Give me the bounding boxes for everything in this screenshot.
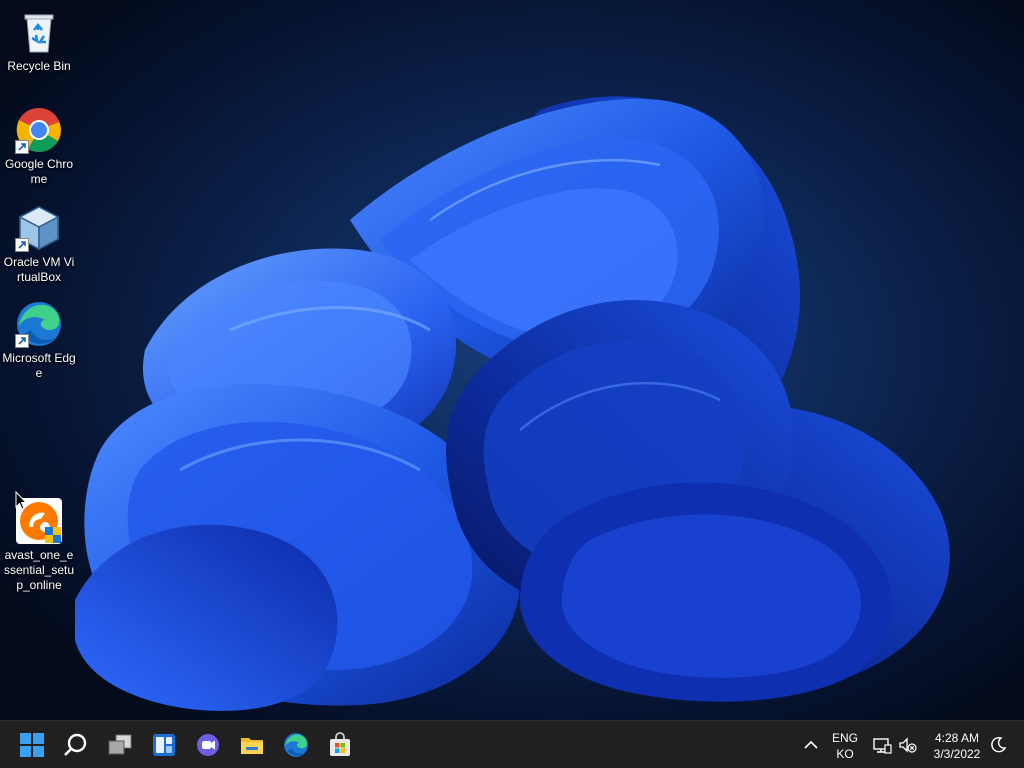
- edge-icon: [15, 300, 63, 348]
- network-button[interactable]: [872, 735, 892, 755]
- desktop-icon-label: Google Chrome: [4, 157, 74, 186]
- desktop-icon-google-chrome[interactable]: Google Chrome: [2, 106, 76, 187]
- shortcut-arrow-icon: [15, 140, 29, 154]
- focus-assist-button[interactable]: [988, 735, 1008, 755]
- network-icon: [873, 738, 892, 754]
- desktop-icon-recycle-bin[interactable]: Recycle Bin: [2, 8, 76, 74]
- wallpaper-bloom: [0, 0, 1024, 720]
- edge-taskbar-button[interactable]: [276, 725, 316, 765]
- search-icon: [64, 733, 87, 756]
- edge-icon: [284, 733, 308, 757]
- file-explorer-icon: [241, 738, 263, 754]
- desktop-icon-label: Recycle Bin: [7, 59, 71, 73]
- clock-date: 3/3/2022: [933, 747, 981, 761]
- shortcut-arrow-icon: [15, 334, 29, 348]
- start-button[interactable]: [12, 725, 52, 765]
- task-view-icon: [108, 734, 132, 755]
- volume-button[interactable]: [898, 735, 918, 755]
- show-hidden-icons-button[interactable]: [801, 735, 821, 755]
- widgets-icon: [153, 734, 175, 756]
- virtualbox-icon: [15, 204, 63, 252]
- language-line2: KO: [836, 747, 854, 761]
- clock[interactable]: 4:28 AM 3/3/2022: [924, 730, 990, 762]
- file-explorer-button[interactable]: [232, 725, 272, 765]
- chrome-icon: [15, 106, 63, 154]
- language-line1: ENG: [831, 731, 858, 745]
- chevron-up-icon: [804, 740, 818, 749]
- store-icon: [330, 732, 350, 756]
- desktop-icon-label: Oracle VM VirtualBox: [3, 255, 75, 284]
- recycle-bin-icon: [15, 8, 63, 56]
- taskbar: ENG KO 4:28 AM 3/3/2022: [0, 720, 1024, 768]
- mouse-cursor-icon: [15, 491, 27, 510]
- desktop-icon-label: avast_one_essential_setup_online: [3, 548, 75, 592]
- widgets-button[interactable]: [144, 725, 184, 765]
- task-view-button[interactable]: [100, 725, 140, 765]
- chat-icon: [197, 734, 219, 756]
- clock-time: 4:28 AM: [934, 731, 980, 745]
- desktop-icon-avast-setup[interactable]: avast_one_essential_setup_online: [2, 497, 76, 593]
- store-button[interactable]: [320, 725, 360, 765]
- volume-muted-icon: [899, 737, 917, 753]
- desktop-icon-label: Microsoft Edge: [2, 351, 76, 380]
- desktop-icon-microsoft-edge[interactable]: Microsoft Edge: [2, 300, 76, 381]
- search-button[interactable]: [56, 725, 96, 765]
- shortcut-arrow-icon: [15, 238, 29, 252]
- chat-button[interactable]: [188, 725, 228, 765]
- desktop-icon-virtualbox[interactable]: Oracle VM VirtualBox: [2, 204, 76, 285]
- moon-icon: [991, 736, 1007, 753]
- input-language-indicator[interactable]: ENG KO: [826, 730, 864, 762]
- windows-start-icon: [20, 733, 44, 757]
- desktop: Recycle Bin Google Chrome Oracle VM Virt…: [0, 0, 1024, 720]
